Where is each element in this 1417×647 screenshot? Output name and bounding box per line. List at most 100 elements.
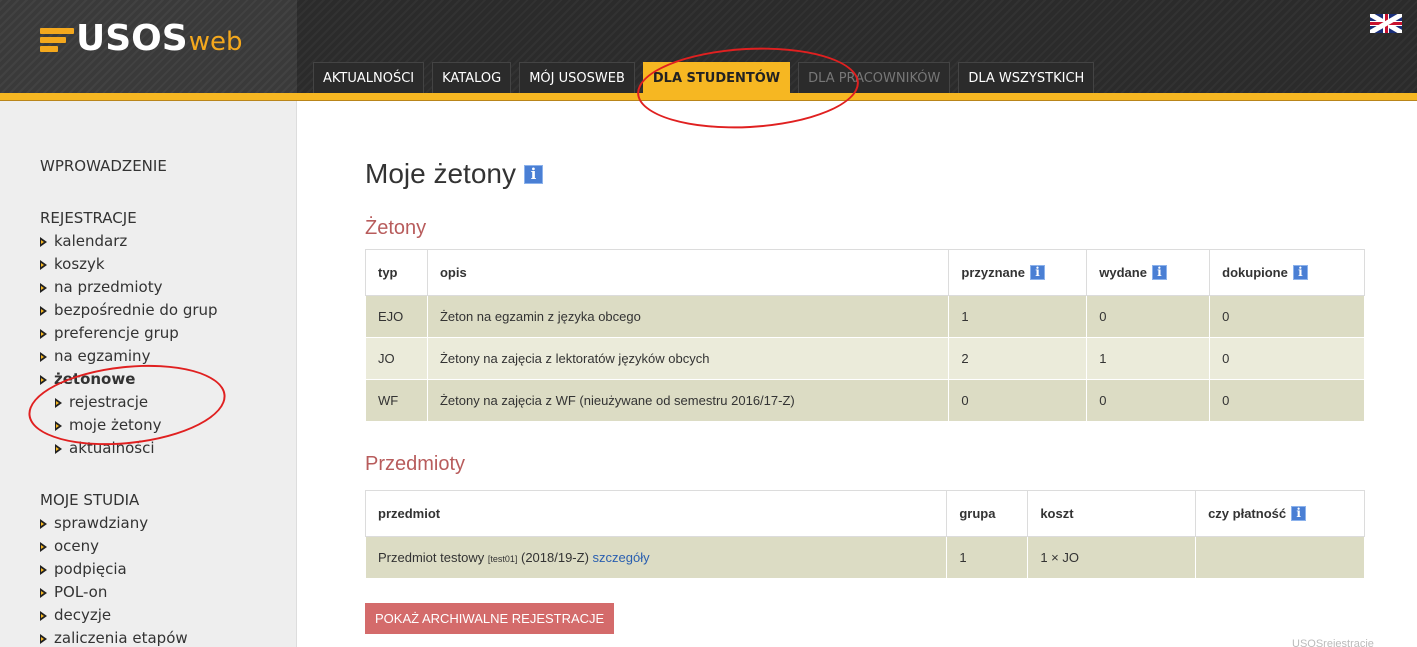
cell-typ: EJO <box>365 295 428 338</box>
bullet-icon <box>40 518 47 529</box>
footer-note: USOSrejestracje <box>1292 638 1374 647</box>
sidebar-item-na-egzaminy[interactable]: na egzaminy <box>40 344 218 367</box>
tab-dla-studentow[interactable]: DLA STUDENTÓW <box>642 62 791 93</box>
sidebar-item-bezposrednie-do-grup[interactable]: bezpośrednie do grup <box>40 298 218 321</box>
sidebar-item-sprawdziany[interactable]: sprawdziany <box>40 511 188 534</box>
tab-dla-wszystkich[interactable]: DLA WSZYSTKICH <box>958 62 1095 93</box>
tab-moj-usosweb[interactable]: MÓJ USOSWEB <box>519 62 635 93</box>
bullet-icon <box>40 351 47 362</box>
cell-opis: Żetony na zajęcia z WF (nieużywane od se… <box>426 379 950 422</box>
page-title: Moje żetony i <box>365 158 543 190</box>
usosweb-logo[interactable]: USOS web <box>40 20 242 58</box>
bullet-icon <box>55 443 62 454</box>
sidebar-item-pol-on[interactable]: POL-on <box>40 580 188 603</box>
bullet-icon <box>40 610 47 621</box>
zetony-table: typ opis przyznane i wydane i dokupione i E… <box>365 249 1365 422</box>
bullet-icon <box>40 633 47 644</box>
info-icon[interactable]: i <box>1029 265 1045 280</box>
cell-przyznane: 2 <box>948 337 1088 380</box>
sidebar-heading-rejestracje: REJESTRACJE <box>40 209 137 227</box>
tab-dla-pracownikow[interactable]: DLA PRACOWNIKÓW <box>798 62 951 93</box>
header-logo-area: USOS web <box>0 0 297 93</box>
info-icon[interactable]: i <box>1291 506 1307 521</box>
sidebar-item-zetonowe[interactable]: żetonowe <box>40 367 218 390</box>
sidebar-heading-moje-studia: MOJE STUDIA <box>40 491 140 509</box>
cell-wydane: 1 <box>1086 337 1211 380</box>
sidebar-item-koszyk[interactable]: koszyk <box>40 252 218 275</box>
bullet-icon <box>40 564 47 575</box>
sidebar-item-podpiecia[interactable]: podpięcia <box>40 557 188 580</box>
table-row: Przedmiot testowy [test01] (2018/19-Z) s… <box>364 536 1365 579</box>
bullet-icon <box>40 374 47 385</box>
table-row: WF Żetony na zajęcia z WF (nieużywane od … <box>365 379 1365 422</box>
sidebar-item-oceny[interactable]: oceny <box>40 534 188 557</box>
course-code: [test01] <box>487 554 518 564</box>
cell-dokupione: 0 <box>1209 295 1365 338</box>
table-row: JO Żetony na zajęcia z lektoratów języków… <box>365 337 1365 380</box>
col-header-opis: opis <box>426 249 950 296</box>
bullet-icon <box>40 305 47 316</box>
col-header-typ: typ <box>365 249 428 296</box>
cell-opis: Żetony na zajęcia z lektoratów języków o… <box>426 337 950 380</box>
cell-platnosc <box>1195 536 1365 579</box>
cell-przyznane: 1 <box>948 295 1088 338</box>
logo-text: USOS <box>76 18 188 59</box>
cell-grupa: 1 <box>946 536 1029 579</box>
logo-mark-icon <box>40 24 74 58</box>
details-link[interactable]: szczegóły <box>593 550 650 565</box>
bullet-icon <box>55 420 62 431</box>
sidebar-item-aktualnosci[interactable]: aktualności <box>40 436 218 459</box>
course-term: (2018/19-Z) <box>520 550 589 565</box>
logo-subtext: web <box>188 27 243 57</box>
col-header-koszt: koszt <box>1027 490 1197 537</box>
bullet-icon <box>40 259 47 270</box>
section-title-zetony: Żetony <box>365 217 427 239</box>
sidebar-item-moje-zetony[interactable]: moje żetony <box>40 413 218 436</box>
section-title-przedmioty: Przedmioty <box>365 453 466 475</box>
cell-dokupione: 0 <box>1209 379 1365 422</box>
sidebar: WPROWADZENIE REJESTRACJE kalendarz koszyk… <box>0 101 297 647</box>
cell-wydane: 0 <box>1086 295 1211 338</box>
header-accent-bar <box>0 93 1417 101</box>
english-flag-icon[interactable] <box>1370 14 1402 33</box>
col-header-grupa: grupa <box>946 490 1029 537</box>
bullet-icon <box>40 282 47 293</box>
cell-koszt: 1 × JO <box>1027 536 1197 579</box>
bullet-icon <box>40 541 47 552</box>
sidebar-item-preferencje-grup[interactable]: preferencje grup <box>40 321 218 344</box>
sidebar-rejestracje: REJESTRACJE kalendarz koszyk na przedmioty… <box>40 208 218 459</box>
show-archive-button[interactable]: POKAŻ ARCHIWALNE REJESTRACJE <box>365 603 615 634</box>
sidebar-item-rejestracje[interactable]: rejestracje <box>40 390 218 413</box>
table-row: EJO Żeton na egzamin z języka obcego 1 0 0 <box>365 295 1365 338</box>
sidebar-item-wprowadzenie[interactable]: WPROWADZENIE <box>40 156 167 176</box>
info-icon[interactable]: i <box>523 164 543 184</box>
cell-przyznane: 0 <box>948 379 1088 422</box>
tab-katalog[interactable]: KATALOG <box>432 62 512 93</box>
cell-typ: WF <box>365 379 428 422</box>
cell-dokupione: 0 <box>1209 337 1365 380</box>
col-header-wydane: wydane i <box>1086 249 1211 296</box>
sidebar-item-kalendarz[interactable]: kalendarz <box>40 229 218 252</box>
tab-aktualnosci[interactable]: AKTUALNOŚCI <box>313 62 425 93</box>
cell-opis: Żeton na egzamin z języka obcego <box>426 295 950 338</box>
sidebar-item-na-przedmioty[interactable]: na przedmioty <box>40 275 218 298</box>
page-root: USOS web AKTUALNOŚCI KATALOG MÓJ USOSWEB DL… <box>0 0 1417 647</box>
sidebar-intro[interactable]: WPROWADZENIE <box>40 156 167 176</box>
main-content: Moje żetony i Żetony typ opis przyznane i… <box>298 101 1417 647</box>
bullet-icon <box>55 397 62 408</box>
cell-typ: JO <box>365 337 428 380</box>
sidebar-item-zaliczenia-etapow[interactable]: zaliczenia etapów <box>40 626 188 647</box>
col-header-przedmiot: przedmiot <box>364 490 948 537</box>
bullet-icon <box>40 236 47 247</box>
cell-wydane: 0 <box>1086 379 1211 422</box>
info-icon[interactable]: i <box>1151 265 1167 280</box>
bullet-icon <box>40 587 47 598</box>
col-header-dokupione: dokupione i <box>1209 249 1365 296</box>
course-name: Przedmiot testowy <box>378 550 485 565</box>
col-header-przyznane: przyznane i <box>948 249 1088 296</box>
przedmioty-table: przedmiot grupa koszt czy płatność i Prze… <box>364 490 1365 579</box>
sidebar-item-decyzje[interactable]: decyzje <box>40 603 188 626</box>
info-icon[interactable]: i <box>1292 265 1308 280</box>
main-nav: AKTUALNOŚCI KATALOG MÓJ USOSWEB DLA STUDENT… <box>313 62 1102 93</box>
cell-przedmiot: Przedmiot testowy [test01] (2018/19-Z) s… <box>364 536 948 579</box>
